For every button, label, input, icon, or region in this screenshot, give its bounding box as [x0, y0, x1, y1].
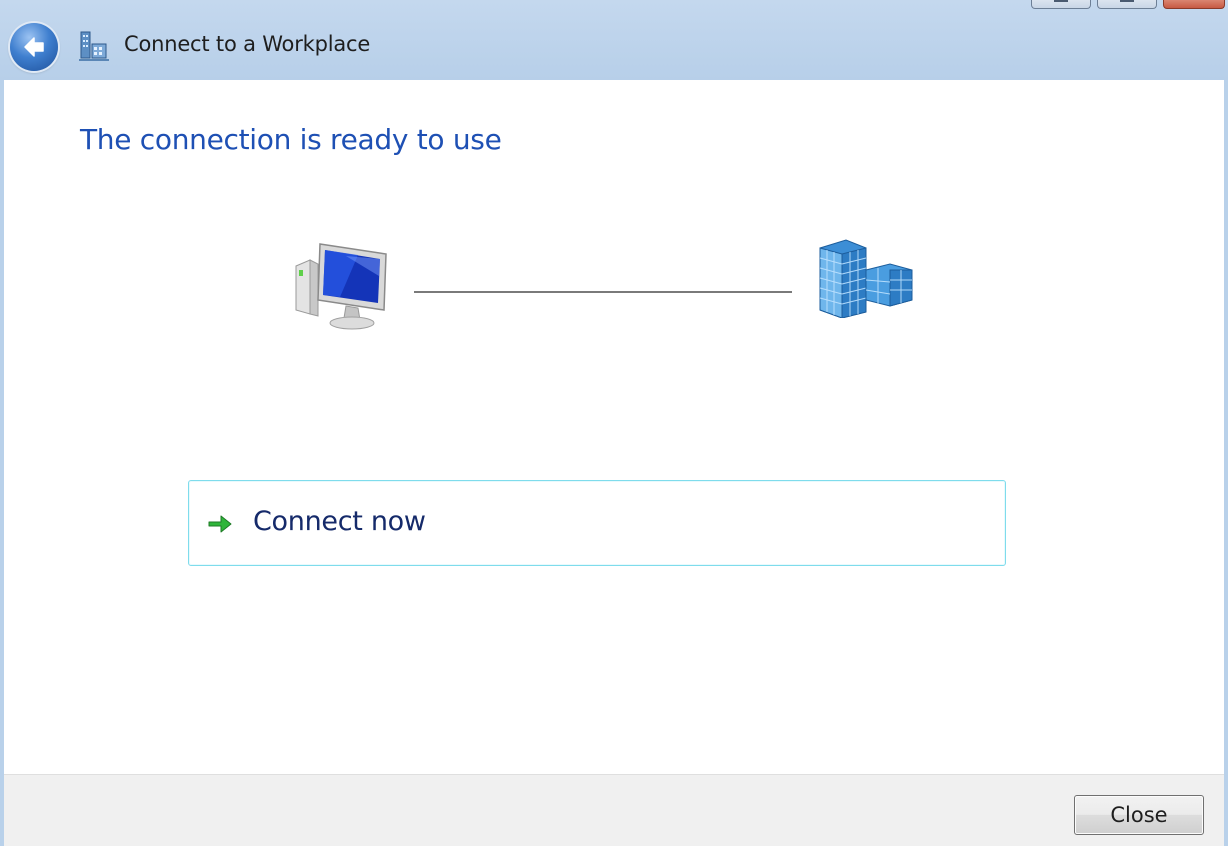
workplace-network-icon [79, 31, 109, 61]
building-icon [819, 239, 913, 318]
page-heading: The connection is ready to use [80, 123, 502, 156]
connection-line [414, 291, 792, 293]
minimize-icon [1054, 0, 1068, 2]
minimize-button[interactable] [1031, 0, 1091, 9]
back-arrow-icon [24, 37, 44, 57]
wizard-footer: Close [4, 774, 1224, 846]
green-arrow-icon [208, 515, 232, 533]
window-title: Connect to a Workplace [124, 32, 371, 56]
back-button[interactable] [10, 23, 58, 71]
connect-now-link[interactable]: Connect now [188, 480, 1006, 566]
maximize-button[interactable] [1097, 0, 1157, 9]
title-bar: Connect to a Workplace [0, 0, 1228, 80]
connect-now-label: Connect now [253, 506, 426, 537]
maximize-icon [1120, 0, 1134, 2]
wizard-content: The connection is ready to use Connect n… [4, 80, 1224, 774]
computer-icon [295, 243, 387, 330]
close-button[interactable]: Close [1074, 795, 1204, 835]
window-close-button[interactable] [1163, 0, 1225, 9]
wizard-window: Connect to a Workplace The connection is… [0, 0, 1228, 846]
